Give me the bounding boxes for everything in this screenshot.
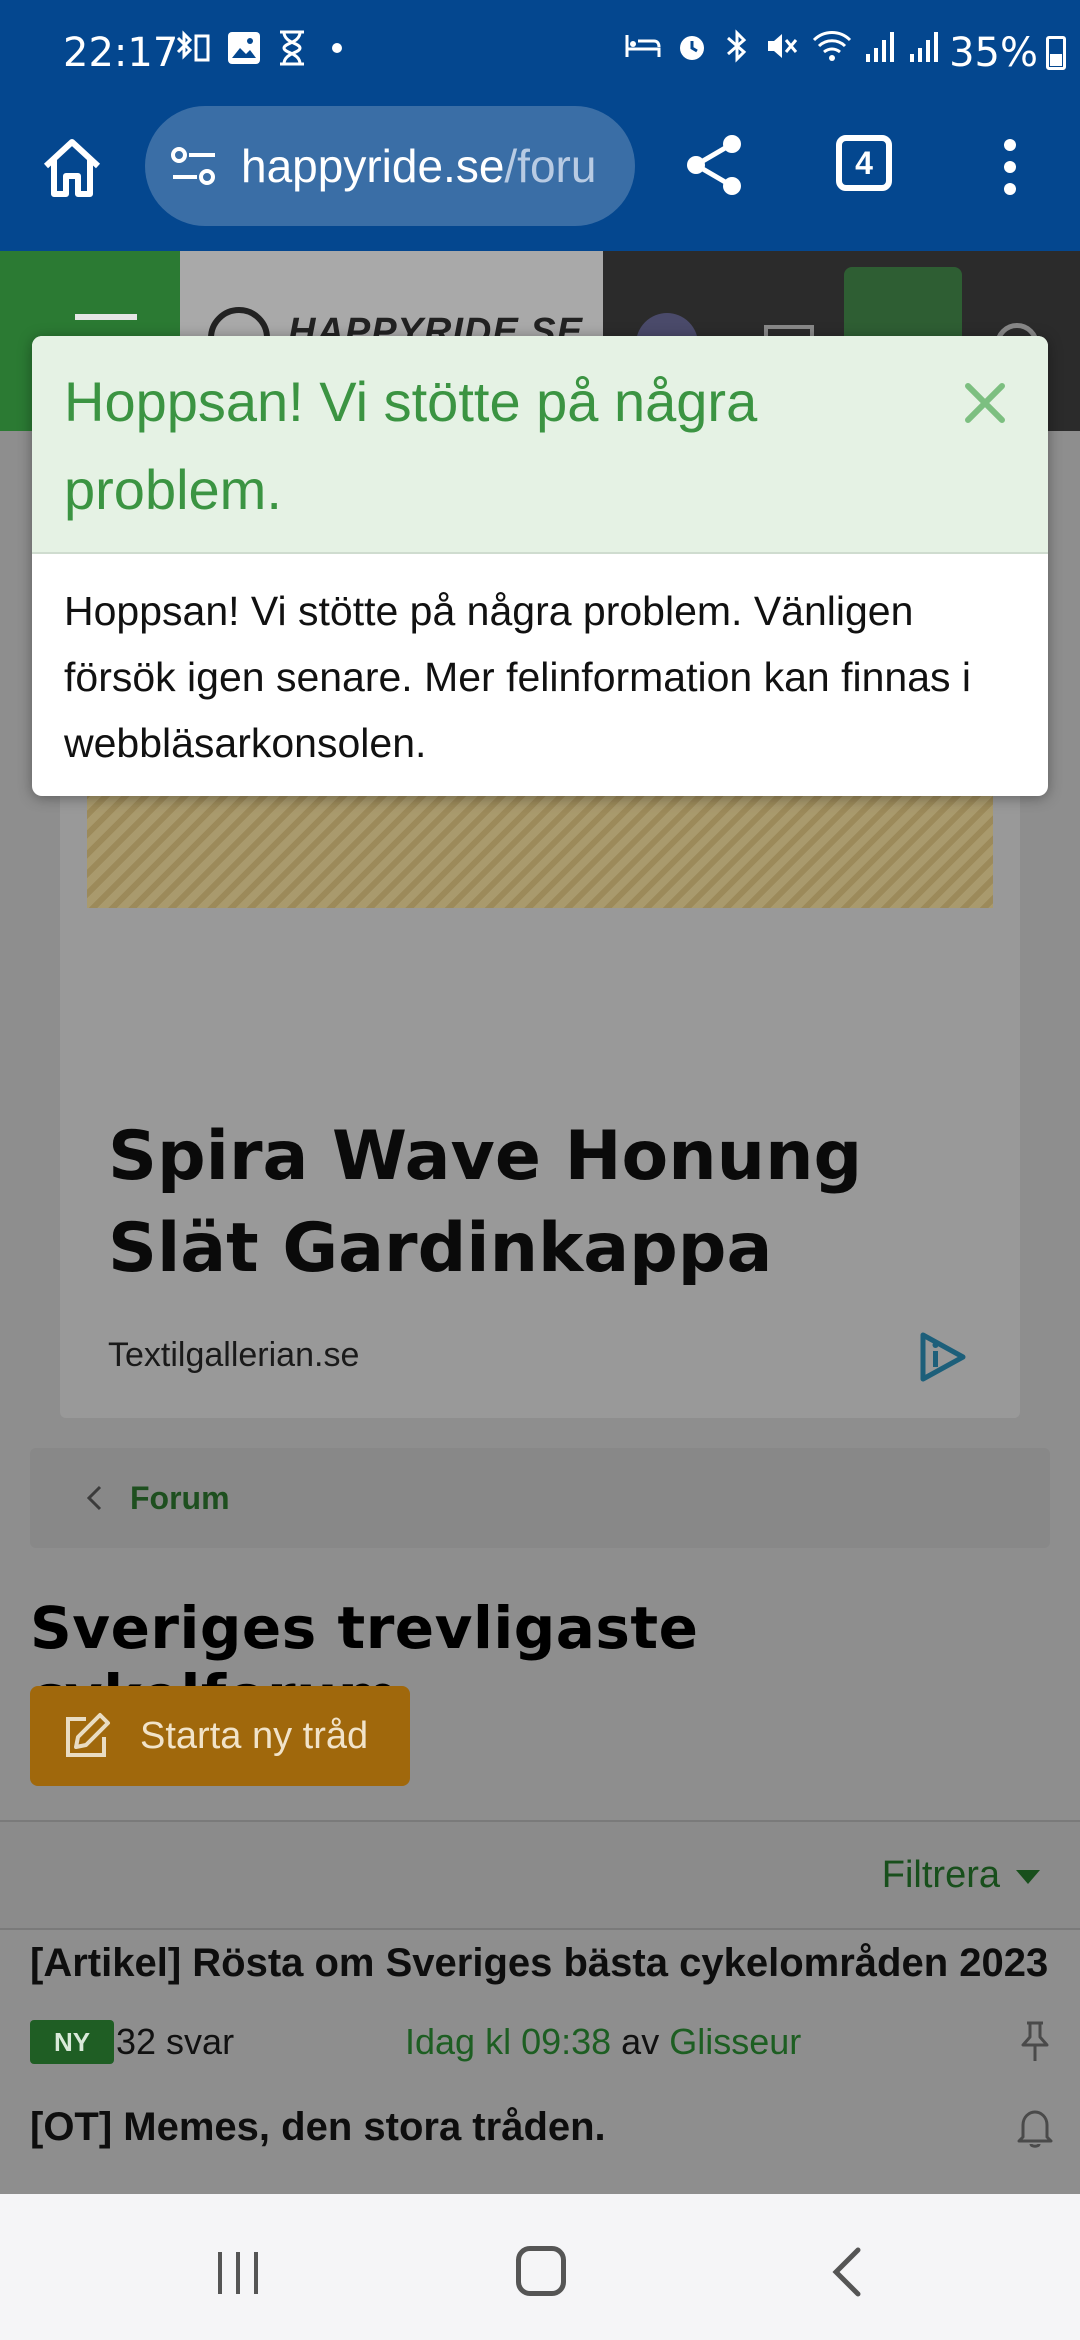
back-icon[interactable] <box>826 2246 866 2298</box>
url-text: happyride.se/foru <box>241 139 596 193</box>
thread-title[interactable]: [OT] Memes, den stora tråden. <box>30 2105 606 2150</box>
new-thread-label: Starta ny tråd <box>140 1714 369 1757</box>
status-system-icons <box>624 28 940 64</box>
browser-toolbar: happyride.se/foru 4 <box>0 105 1080 251</box>
close-icon[interactable] <box>962 380 1008 426</box>
hourglass-icon <box>280 30 304 66</box>
tab-switcher-button[interactable]: 4 <box>836 135 892 191</box>
wifi-icon <box>812 31 852 61</box>
bluetooth-battery-icon <box>176 30 210 62</box>
bell-icon[interactable] <box>1015 2105 1055 2149</box>
status-notification-icons <box>172 28 352 68</box>
site-settings-icon[interactable] <box>167 139 221 193</box>
url-host: happyride.se <box>241 140 505 192</box>
filter-bar: Filtrera <box>0 1820 1080 1930</box>
filter-button[interactable]: Filtrera <box>882 1854 1000 1897</box>
ad-title[interactable]: Spira Wave Honung Slät Gardinkappa <box>108 1111 968 1295</box>
alarm-icon <box>680 36 704 60</box>
chevron-left-icon <box>86 1485 102 1511</box>
adchoices-icon[interactable] <box>915 1329 971 1385</box>
ad-source[interactable]: Textilgallerian.se <box>108 1336 359 1375</box>
error-dialog: Hoppsan! Vi stötte på några problem. Hop… <box>32 336 1048 796</box>
dialog-message: Hoppsan! Vi stötte på några problem. Vän… <box>64 588 972 766</box>
reply-count: 32 svar <box>116 2021 235 2062</box>
thread-meta: Idag kl 09:38 av Glisseur <box>405 2021 801 2063</box>
share-icon[interactable] <box>680 130 750 200</box>
bluetooth-icon <box>727 29 747 63</box>
thread-time[interactable]: Idag kl 09:38 <box>405 2021 611 2062</box>
thread-by: av <box>621 2021 660 2062</box>
dialog-title: Hoppsan! Vi stötte på några problem. <box>64 370 758 521</box>
battery-percentage: 35% <box>949 30 1038 76</box>
status-time: 22:17 <box>63 30 179 76</box>
breadcrumb-forum-link[interactable]: Forum <box>130 1480 230 1517</box>
bed-icon <box>625 35 661 57</box>
url-path: /foru <box>504 140 597 192</box>
signal-icon <box>910 32 938 62</box>
home-icon[interactable] <box>36 132 108 204</box>
more-options-icon[interactable] <box>990 137 1030 197</box>
new-badge: NY <box>30 2020 114 2064</box>
dot-icon <box>332 43 342 53</box>
thread-author[interactable]: Glisseur <box>669 2021 801 2062</box>
hamburger-icon <box>75 314 137 320</box>
signal-icon <box>866 32 894 62</box>
breadcrumb[interactable]: Forum <box>30 1448 1050 1548</box>
status-bar: 22:17 35% <box>0 0 1080 105</box>
pin-icon <box>1021 2021 1049 2061</box>
image-icon <box>228 32 260 64</box>
edit-icon <box>66 1713 110 1757</box>
thread-title[interactable]: [Artikel] Rösta om Sveriges bästa cykelo… <box>30 1941 1048 1986</box>
mute-icon <box>768 34 798 58</box>
new-thread-button[interactable]: Starta ny tråd <box>30 1686 410 1786</box>
battery-icon <box>1046 36 1066 70</box>
recents-icon[interactable] <box>214 2250 264 2296</box>
address-bar[interactable]: happyride.se/foru <box>145 106 635 226</box>
dialog-header: Hoppsan! Vi stötte på några problem. <box>32 336 1048 554</box>
system-nav-bar <box>0 2194 1080 2340</box>
home-nav-icon[interactable] <box>516 2246 566 2296</box>
caret-down-icon[interactable] <box>1016 1870 1040 1884</box>
